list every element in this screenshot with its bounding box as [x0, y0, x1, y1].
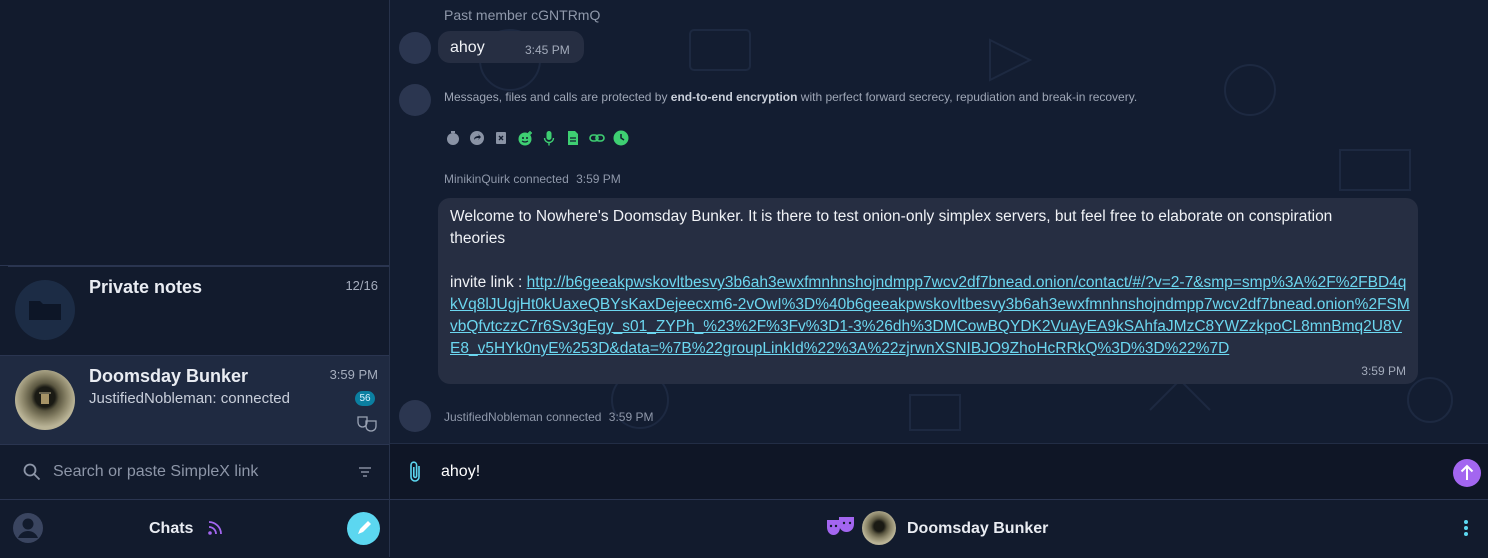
forward-icon: [470, 131, 484, 145]
delete-icon: [496, 132, 506, 144]
send-button[interactable]: [1453, 459, 1481, 487]
microphone-icon: [543, 131, 555, 146]
encryption-notice: Messages, files and calls are protected …: [444, 90, 1138, 104]
welcome-text: Welcome to Nowhere's Doomsday Bunker. It…: [450, 208, 1333, 247]
chats-label[interactable]: Chats: [149, 520, 193, 538]
compose-button[interactable]: [347, 512, 380, 545]
chat-preview: JustifiedNobleman: connected: [89, 390, 290, 407]
tunnel-image: [39, 392, 51, 404]
chat-name: Private notes: [89, 277, 203, 297]
member-connected-event: MinikinQuirk connected 3:59 PM: [444, 172, 621, 186]
message-time: 3:59 PM: [1361, 364, 1406, 378]
menu-dots-icon[interactable]: [1463, 519, 1469, 537]
chat-item-doomsday-bunker[interactable]: Doomsday Bunker 3:59 PM JustifiedNoblema…: [0, 355, 389, 444]
chat-title[interactable]: Doomsday Bunker: [907, 520, 1048, 538]
message-text: ahoy: [450, 39, 485, 56]
rss-icon[interactable]: [207, 520, 223, 536]
system-avatar: [399, 84, 431, 116]
chat-item-private-notes[interactable]: Private notes 12/16: [0, 265, 389, 355]
chat-list: Private notes 12/16 Doomsday Bunker 3:59…: [0, 265, 389, 444]
search-icon: [23, 463, 41, 481]
incognito-mask-icon: [827, 517, 854, 535]
link-icon: [589, 134, 605, 142]
message-time: 3:45 PM: [525, 43, 570, 57]
search-input[interactable]: Search or paste SimpleX link: [53, 463, 258, 481]
past-member-label: Past member cGNTRmQ: [444, 7, 601, 23]
search-bar[interactable]: Search or paste SimpleX link: [0, 444, 389, 499]
invite-link[interactable]: http://b6geeakpwskovltbesvy3b6ah3ewxfmnh…: [450, 274, 1410, 357]
chat-name: Doomsday Bunker: [89, 366, 249, 386]
invite-line: invite link : http://b6geeakpwskovltbesv…: [450, 274, 1410, 357]
chat-time: 3:59 PM: [329, 367, 378, 382]
message-bubble[interactable]: Welcome to Nowhere's Doomsday Bunker. It…: [438, 198, 1418, 384]
folder-icon: [29, 301, 61, 320]
filter-icon[interactable]: [358, 466, 372, 478]
timer-icon: [447, 131, 459, 145]
private-notes-avatar: [15, 280, 75, 340]
incognito-mask-icon: [357, 416, 377, 432]
sidebar: Private notes 12/16 Doomsday Bunker 3:59…: [0, 0, 390, 558]
member-connected-event: JustifiedNobleman connected 3:59 PM: [444, 410, 654, 424]
group-avatar: [15, 370, 75, 430]
sidebar-footer: Chats: [0, 499, 389, 558]
user-avatar-icon[interactable]: [12, 512, 44, 544]
feature-icons: [445, 130, 629, 146]
chat-header: Doomsday Bunker: [390, 499, 1488, 558]
chat-time: 12/16: [345, 278, 378, 293]
compose-icon: [358, 521, 371, 534]
file-icon: [568, 131, 578, 145]
send-icon: [1460, 464, 1474, 480]
reaction-icon: [518, 131, 532, 146]
clock-icon: [613, 130, 629, 146]
member-avatar: [399, 32, 431, 64]
message-text: Welcome to Nowhere's Doomsday Bunker. It…: [450, 206, 1410, 360]
unread-badge: 56: [355, 391, 375, 406]
member-avatar: [399, 400, 431, 432]
group-avatar[interactable]: [862, 511, 896, 545]
message-bubble[interactable]: ahoy 3:45 PM: [438, 31, 584, 63]
attach-icon[interactable]: [407, 459, 423, 485]
message-composer: ahoy!: [390, 443, 1488, 500]
message-input[interactable]: ahoy!: [441, 463, 480, 481]
chat-view: Past member cGNTRmQ ahoy 3:45 PM Message…: [390, 0, 1488, 443]
